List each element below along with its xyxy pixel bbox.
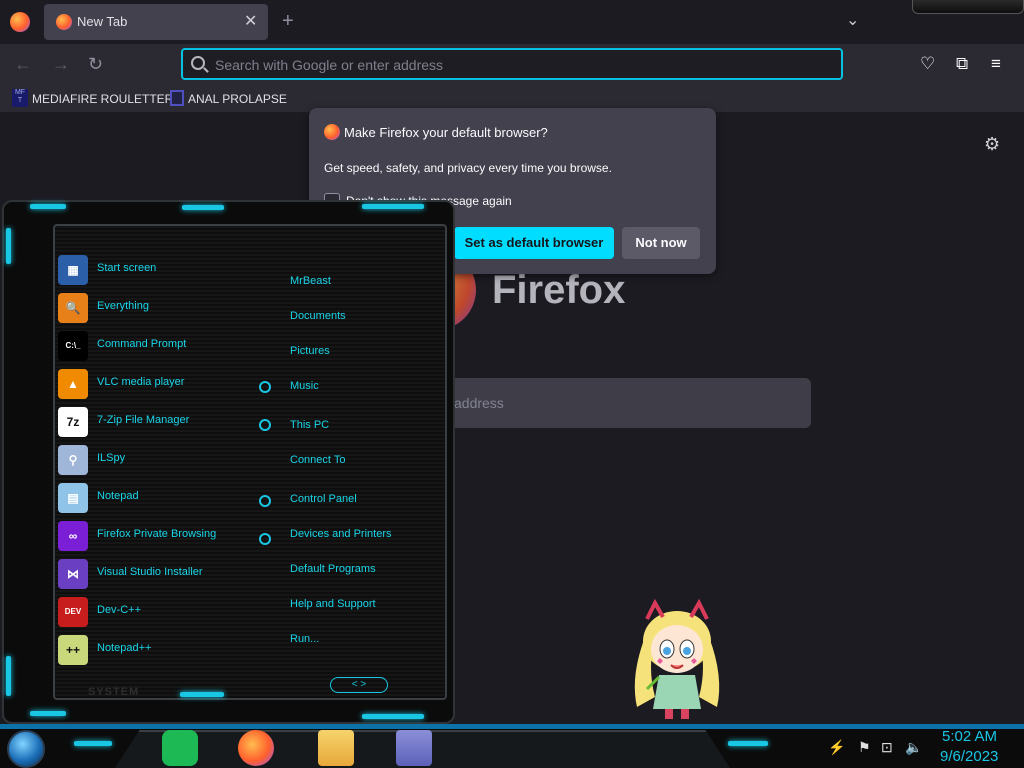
notepadpp-icon: ++	[58, 635, 88, 665]
start-menu-app[interactable]: ⋈ Visual Studio Installer	[58, 557, 258, 591]
devcpp-icon: DEV C++	[58, 597, 88, 646]
new-tab-button[interactable]: +	[282, 10, 294, 33]
clock-date[interactable]: 9/6/2023	[940, 748, 998, 765]
tray-app-icon[interactable]: ⚡	[828, 739, 845, 756]
tab-title: New Tab	[77, 14, 128, 29]
pocket-icon[interactable]: ♡	[920, 54, 935, 74]
glow-decoration	[362, 714, 424, 719]
start-menu-app[interactable]: 7z 7-Zip File Manager	[58, 405, 258, 439]
mediafire-bookmark-icon: MF T	[12, 89, 28, 107]
list-all-tabs-chevron-icon[interactable]: ⌄	[846, 10, 859, 30]
start-orb-button[interactable]	[7, 730, 45, 768]
glow-decoration	[30, 204, 66, 209]
start-menu-place[interactable]: Pictures	[290, 345, 330, 357]
glow-decoration	[362, 204, 424, 209]
magnifier-icon: 🔍	[58, 293, 88, 323]
start-menu-place[interactable]: Run...	[290, 633, 319, 645]
start-menu-place[interactable]: Help and Support	[290, 598, 376, 610]
start-menu-place[interactable]: Default Programs	[290, 563, 376, 575]
start-menu-app[interactable]: ▤ Notepad	[58, 481, 258, 515]
start-menu-app-label: Dev-C++	[97, 604, 142, 616]
close-tab-icon[interactable]: ✕	[244, 11, 257, 31]
firefox-wordmark: Firefox	[492, 268, 626, 312]
prompt-body: Get speed, safety, and privacy every tim…	[324, 161, 612, 175]
start-menu-app[interactable]: 🔍 Everything	[58, 291, 258, 325]
window-switcher-icon[interactable]	[396, 730, 432, 766]
firefox-icon[interactable]	[238, 730, 274, 766]
bookmark-mediafire-rouletter[interactable]: MEDIAFIRE ROULETTER	[32, 92, 173, 106]
start-menu-app[interactable]: DEV C++ Dev-C++	[58, 595, 258, 646]
page-arrows-button[interactable]: < >	[330, 677, 388, 693]
firefox-icon	[56, 14, 72, 30]
start-menu-app[interactable]: C:\_ Command Prompt	[58, 329, 258, 363]
back-arrow-icon[interactable]: ←	[14, 54, 32, 75]
glow-decoration	[6, 228, 11, 264]
start-menu-place[interactable]: This PC	[290, 419, 329, 431]
start-menu-app-label: ILSpy	[97, 452, 126, 464]
network-icon[interactable]: ⊡	[881, 739, 893, 756]
start-menu-app[interactable]: ▲ VLC media player	[58, 367, 258, 401]
glow-decoration	[728, 741, 768, 746]
clock-time[interactable]: 5:02 AM	[942, 728, 997, 745]
start-menu-app-label: Firefox Private Browsing	[97, 528, 217, 540]
start-menu-app-label: VLC media player	[97, 376, 185, 388]
extensions-puzzle-icon[interactable]: ⧉	[956, 54, 968, 74]
vs-installer-icon: ⋈	[58, 559, 88, 589]
start-menu-app-label: Everything	[97, 300, 149, 312]
firefox-menu-icon[interactable]	[10, 12, 30, 32]
start-menu-app-label: 7-Zip File Manager	[97, 414, 190, 426]
glow-decoration	[30, 711, 66, 716]
start-menu-app-label: Visual Studio Installer	[97, 566, 203, 578]
start-menu-app[interactable]: ∞ Firefox Private Browsing	[58, 519, 258, 553]
cmd-icon: C:\_	[58, 331, 88, 361]
start-menu-app-label: Start screen	[97, 262, 157, 274]
start-screen-icon: ▦	[58, 255, 88, 285]
start-menu-place[interactable]: Connect To	[290, 454, 345, 466]
start-menu-place[interactable]: Music	[290, 380, 319, 392]
reload-icon[interactable]: ↻	[88, 54, 103, 75]
start-menu-app-label: Command Prompt	[97, 338, 187, 350]
notepad-icon: ▤	[58, 483, 88, 513]
glow-decoration	[6, 656, 11, 696]
url-bar[interactable]: Search with Google or enter address	[181, 48, 843, 80]
action-center-flag-icon[interactable]: ⚑	[858, 739, 871, 756]
glow-decoration	[74, 741, 112, 746]
star-butterfly-desktop-pet[interactable]	[625, 597, 729, 721]
volume-icon[interactable]: 🔈	[905, 739, 922, 756]
start-menu-app[interactable]: ▦ Start screen	[58, 253, 258, 287]
file-explorer-icon[interactable]	[318, 730, 354, 766]
vlc-cone-icon: ▲	[58, 369, 88, 399]
start-menu-app-label: Notepad	[97, 490, 139, 502]
system-label: SYSTEM	[88, 686, 140, 698]
not-now-button[interactable]: Not now	[622, 227, 700, 259]
start-menu-place[interactable]: Devices and Printers	[290, 528, 392, 540]
tab-new-tab[interactable]: New Tab ✕	[44, 4, 268, 40]
private-browsing-icon: ∞	[58, 521, 88, 551]
taskbar-top-strip	[0, 724, 1024, 729]
spotify-icon[interactable]	[162, 730, 198, 766]
prompt-title: Make Firefox your default browser?	[344, 125, 548, 140]
bookmark-favicon-icon	[170, 90, 184, 106]
url-placeholder: Search with Google or enter address	[215, 57, 444, 73]
hamburger-menu-icon[interactable]: ≡	[991, 54, 1001, 74]
newtab-search-placeholder: address	[454, 395, 504, 411]
theme-corner-decoration	[912, 0, 1024, 14]
start-menu-place[interactable]: MrBeast	[290, 275, 331, 287]
newtab-settings-gear-icon[interactable]: ⚙	[984, 134, 1000, 155]
search-icon	[191, 56, 205, 70]
start-menu-app[interactable]: ++ Notepad++	[58, 633, 258, 667]
start-menu-app-label: Notepad++	[97, 642, 152, 654]
bookmark-second[interactable]: ANAL PROLAPSE	[188, 92, 287, 106]
set-default-browser-button[interactable]: Set as default browser	[454, 227, 614, 259]
glow-decoration	[180, 692, 224, 697]
forward-arrow-icon[interactable]: →	[52, 54, 70, 75]
ilspy-icon: ⚲	[58, 445, 88, 475]
start-menu-place[interactable]: Documents	[290, 310, 346, 322]
start-menu-place[interactable]: Control Panel	[290, 493, 357, 505]
firefox-icon	[324, 124, 340, 140]
7zip-icon: 7z	[58, 407, 88, 437]
start-menu-app[interactable]: ⚲ ILSpy	[58, 443, 258, 477]
glow-decoration	[182, 205, 224, 210]
